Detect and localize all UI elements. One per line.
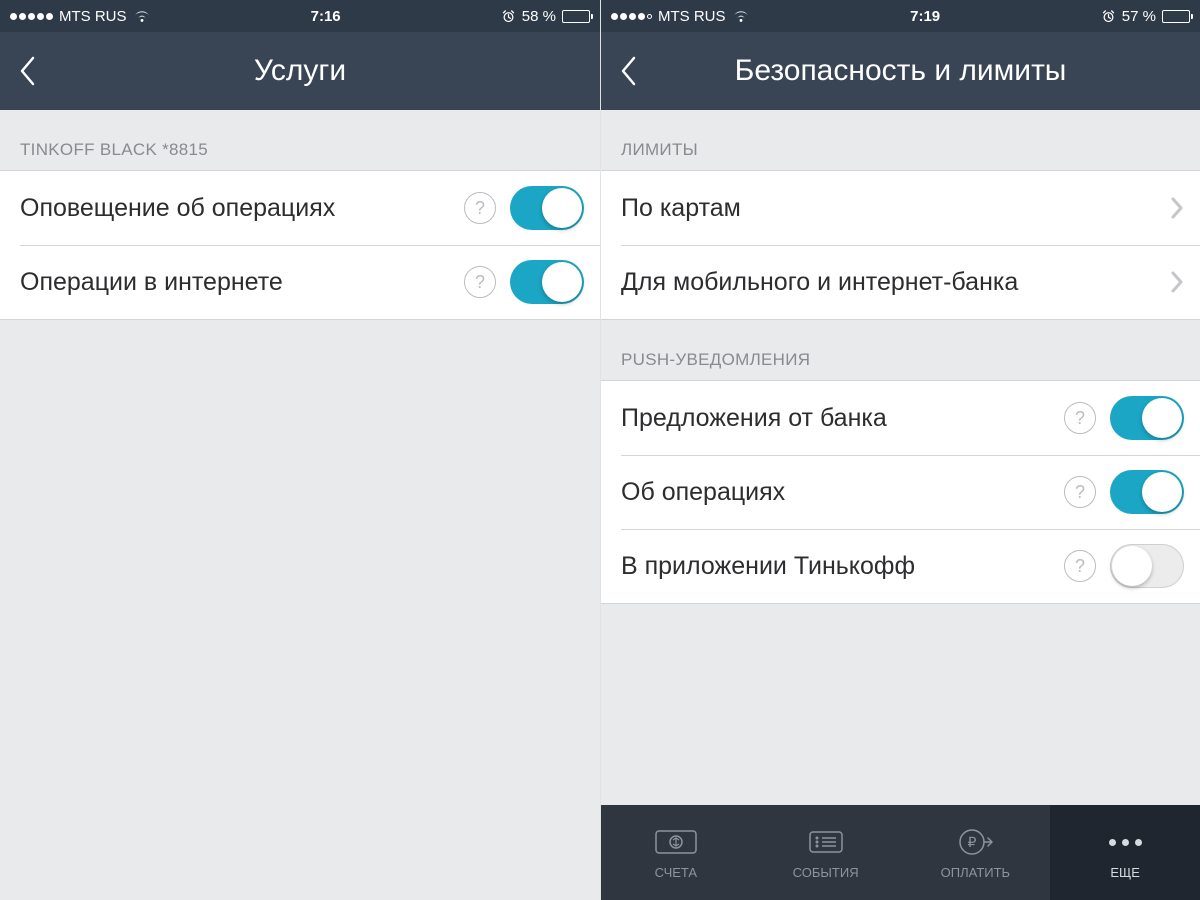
status-bar: MTS RUS 7:16 58 % (0, 0, 600, 32)
back-button[interactable] (619, 55, 653, 87)
toggle-notify-operations[interactable] (510, 186, 584, 230)
tab-label: СЧЕТА (655, 865, 697, 880)
clock-label: 7:19 (756, 8, 1095, 25)
row-label: Операции в интернете (20, 268, 458, 297)
row-label: Предложения от банка (621, 404, 1058, 433)
help-icon[interactable]: ? (464, 266, 496, 298)
section-header-push: PUSH-УВЕДОМЛЕНИЯ (601, 320, 1200, 380)
help-icon[interactable]: ? (464, 192, 496, 224)
chevron-right-icon (1170, 196, 1184, 220)
wifi-icon (732, 9, 750, 23)
row-push-operations: Об операциях ? (601, 455, 1200, 529)
alarm-icon (501, 9, 516, 24)
battery-icon (1162, 10, 1190, 23)
row-push-in-app: В приложении Тинькофф ? (601, 529, 1200, 603)
svg-text:₽: ₽ (968, 834, 977, 850)
row-label: Об операциях (621, 478, 1058, 507)
limits-list: По картам Для мобильного и интернет-банк… (601, 170, 1200, 320)
row-label: Оповещение об операциях (20, 194, 458, 223)
clock-label: 7:16 (157, 8, 495, 25)
screen-services: MTS RUS 7:16 58 % Услуги TINKOFF BLACK *… (0, 0, 600, 900)
help-icon[interactable]: ? (1064, 476, 1096, 508)
signal-dots-icon (10, 13, 53, 20)
battery-icon (562, 10, 590, 23)
help-icon[interactable]: ? (1064, 402, 1096, 434)
carrier-label: MTS RUS (59, 8, 127, 25)
row-internet-operations: Операции в интернете ? (0, 245, 600, 319)
wifi-icon (133, 9, 151, 23)
screen-security-limits: MTS RUS 7:19 57 % Безопасность и лимиты … (600, 0, 1200, 900)
toggle-push-operations[interactable] (1110, 470, 1184, 514)
battery-pct-label: 57 % (1122, 8, 1156, 25)
row-label: По картам (621, 194, 1162, 223)
chevron-right-icon (1170, 270, 1184, 294)
row-push-bank-offers: Предложения от банка ? (601, 381, 1200, 455)
more-icon (1109, 825, 1142, 859)
accounts-icon (654, 825, 698, 859)
tab-bar: СЧЕТА СОБЫТИЯ ₽ ОПЛАТИТЬ ЕЩЕ (601, 805, 1200, 900)
help-icon[interactable]: ? (1064, 550, 1096, 582)
nav-bar: Безопасность и лимиты (601, 32, 1200, 110)
row-label: Для мобильного и интернет-банка (621, 268, 1162, 297)
page-title: Безопасность и лимиты (653, 54, 1148, 88)
tab-accounts[interactable]: СЧЕТА (601, 805, 751, 900)
push-list: Предложения от банка ? Об операциях ? В … (601, 380, 1200, 604)
tab-label: ЕЩЕ (1110, 865, 1140, 880)
pay-icon: ₽ (955, 825, 995, 859)
toggle-push-in-app[interactable] (1110, 544, 1184, 588)
tab-more[interactable]: ЕЩЕ (1050, 805, 1200, 900)
tab-label: ОПЛАТИТЬ (941, 865, 1010, 880)
events-icon (806, 825, 846, 859)
nav-bar: Услуги (0, 32, 600, 110)
row-label: В приложении Тинькофф (621, 552, 1058, 581)
carrier-label: MTS RUS (658, 8, 726, 25)
status-bar: MTS RUS 7:19 57 % (601, 0, 1200, 32)
toggle-push-bank-offers[interactable] (1110, 396, 1184, 440)
chevron-left-icon (619, 55, 637, 87)
signal-dots-icon (611, 13, 652, 20)
section-header-card: TINKOFF BLACK *8815 (0, 110, 600, 170)
row-limits-mobile-internet-bank[interactable]: Для мобильного и интернет-банка (601, 245, 1200, 319)
back-button[interactable] (18, 55, 52, 87)
card-settings-list: Оповещение об операциях ? Операции в инт… (0, 170, 600, 320)
tab-label: СОБЫТИЯ (793, 865, 859, 880)
toggle-internet-operations[interactable] (510, 260, 584, 304)
row-notify-operations: Оповещение об операциях ? (0, 171, 600, 245)
chevron-left-icon (18, 55, 36, 87)
page-title: Услуги (52, 54, 548, 88)
section-header-limits: ЛИМИТЫ (601, 110, 1200, 170)
battery-pct-label: 58 % (522, 8, 556, 25)
tab-pay[interactable]: ₽ ОПЛАТИТЬ (901, 805, 1051, 900)
row-limits-cards[interactable]: По картам (601, 171, 1200, 245)
tab-events[interactable]: СОБЫТИЯ (751, 805, 901, 900)
alarm-icon (1101, 9, 1116, 24)
